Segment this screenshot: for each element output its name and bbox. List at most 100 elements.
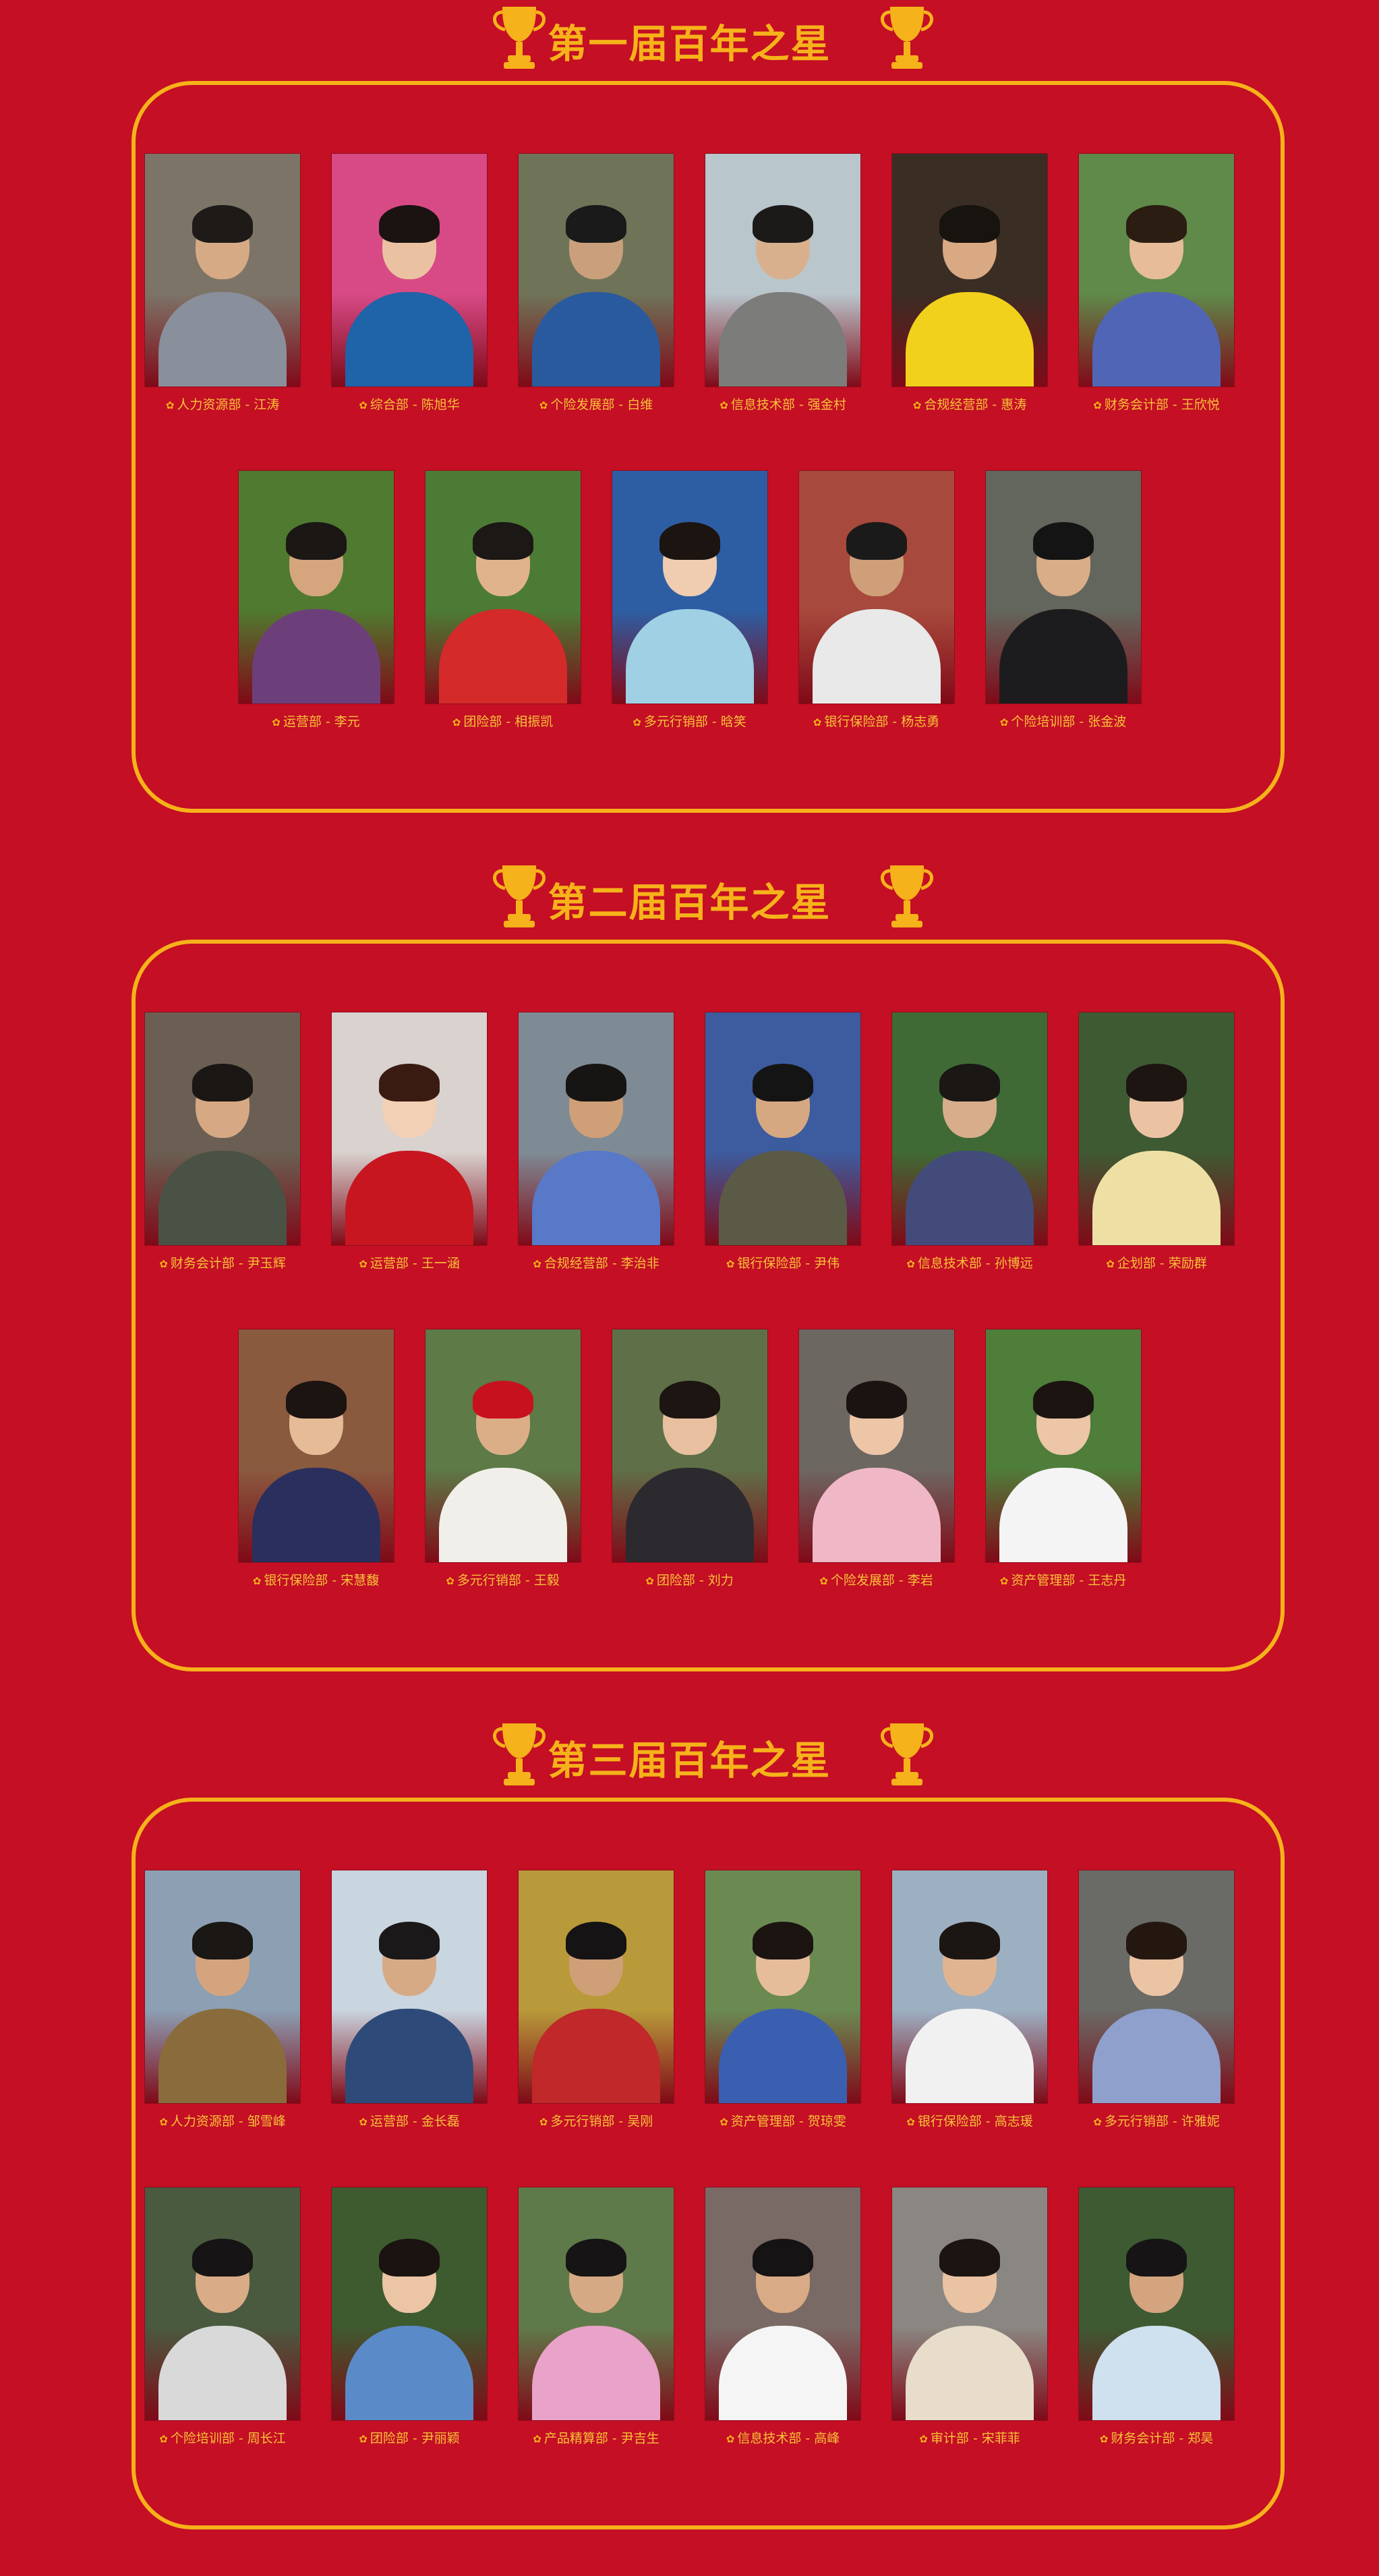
member-card: ✿ 企划部 - 荣励群 bbox=[1079, 1012, 1234, 1276]
member-photo bbox=[238, 1329, 394, 1562]
bullet-icon: ✿ bbox=[359, 399, 368, 411]
member-card: ✿ 审计部 - 宋菲菲 bbox=[892, 2187, 1047, 2451]
member-caption: ✿ 团险部 - 尹丽颖 bbox=[332, 2428, 487, 2446]
member-photo bbox=[332, 154, 487, 387]
bullet-icon: ✿ bbox=[272, 716, 281, 728]
member-label: 信息技术部 - 孙博远 bbox=[917, 1256, 1033, 1271]
member-caption: ✿ 财务会计部 - 郑昊 bbox=[1079, 2428, 1234, 2446]
bullet-icon: ✿ bbox=[159, 2116, 168, 2128]
member-caption: ✿ 银行保险部 - 杨志勇 bbox=[799, 712, 954, 730]
member-card: ✿ 人力资源部 - 邹雪峰 bbox=[145, 1870, 300, 2134]
member-card: ✿ 合规经营部 - 李治非 bbox=[519, 1012, 674, 1276]
member-photo bbox=[145, 1870, 300, 2103]
member-card: ✿ 团险部 - 相振凯 bbox=[425, 471, 581, 734]
member-caption: ✿ 多元行销部 - 晗笑 bbox=[612, 712, 767, 730]
member-photo bbox=[705, 2187, 860, 2420]
section-header: 第三届百年之星 bbox=[0, 1717, 1379, 1798]
member-label: 资产管理部 - 王志丹 bbox=[1011, 1573, 1127, 1588]
member-caption: ✿ 信息技术部 - 孙博远 bbox=[892, 1253, 1047, 1271]
member-card: ✿ 多元行销部 - 晗笑 bbox=[612, 471, 767, 734]
member-card: ✿ 个险培训部 - 周长江 bbox=[145, 2187, 300, 2451]
member-caption: ✿ 资产管理部 - 王志丹 bbox=[986, 1570, 1141, 1588]
member-photo bbox=[1079, 1012, 1234, 1245]
member-photo bbox=[425, 471, 581, 704]
member-photo bbox=[705, 1012, 860, 1245]
member-label: 运营部 - 金长磊 bbox=[370, 2114, 460, 2129]
member-label: 银行保险部 - 尹伟 bbox=[737, 1256, 840, 1271]
member-label: 团险部 - 刘力 bbox=[656, 1573, 734, 1588]
member-caption: ✿ 信息技术部 - 强金村 bbox=[705, 395, 860, 413]
bullet-icon: ✿ bbox=[919, 2433, 928, 2445]
bullet-icon: ✿ bbox=[999, 1575, 1009, 1587]
member-caption: ✿ 银行保险部 - 高志瑗 bbox=[892, 2111, 1047, 2129]
member-caption: ✿ 团险部 - 相振凯 bbox=[426, 712, 581, 730]
member-card: ✿ 多元行销部 - 许雅妮 bbox=[1079, 1870, 1234, 2134]
member-card: ✿ 运营部 - 李元 bbox=[238, 471, 394, 734]
member-caption: ✿ 团险部 - 刘力 bbox=[612, 1570, 767, 1588]
bullet-icon: ✿ bbox=[912, 399, 922, 411]
member-caption: ✿ 人力资源部 - 江涛 bbox=[145, 395, 300, 413]
member-card: ✿ 银行保险部 - 高志瑗 bbox=[892, 1870, 1047, 2134]
bullet-icon: ✿ bbox=[533, 2433, 541, 2445]
bullet-icon: ✿ bbox=[539, 2116, 548, 2128]
member-caption: ✿ 个险培训部 - 周长江 bbox=[145, 2428, 300, 2446]
member-photo bbox=[985, 471, 1141, 704]
member-caption: ✿ 个险发展部 - 白维 bbox=[519, 395, 674, 413]
member-label: 多元行销部 - 晗笑 bbox=[643, 714, 746, 729]
bullet-icon: ✿ bbox=[359, 1258, 368, 1270]
bullet-icon: ✿ bbox=[633, 716, 641, 728]
member-photo bbox=[892, 1870, 1047, 2103]
member-photo bbox=[705, 154, 860, 387]
member-photo bbox=[145, 2187, 300, 2420]
member-row: ✿ 运营部 - 李元 ✿ 团险部 - 相振凯 ✿ 多元行销部 - 晗笑 ✿ 银行保险部 - 杨… bbox=[0, 471, 1379, 734]
member-label: 财务会计部 - 王欣悦 bbox=[1104, 397, 1220, 412]
member-card: ✿ 人力资源部 - 江涛 bbox=[145, 154, 300, 417]
member-caption: ✿ 运营部 - 王一涵 bbox=[332, 1253, 487, 1271]
bullet-icon: ✿ bbox=[159, 2433, 168, 2445]
member-caption: ✿ 多元行销部 - 吴刚 bbox=[519, 2111, 674, 2129]
member-photo bbox=[705, 1870, 860, 2103]
member-caption: ✿ 信息技术部 - 高峰 bbox=[705, 2428, 860, 2446]
member-photo bbox=[798, 471, 954, 704]
member-label: 团险部 - 相振凯 bbox=[463, 714, 554, 729]
bullet-icon: ✿ bbox=[1093, 2116, 1102, 2128]
member-card: ✿ 银行保险部 - 宋慧馥 bbox=[238, 1329, 394, 1593]
member-caption: ✿ 合规经营部 - 李治非 bbox=[519, 1253, 674, 1271]
member-photo bbox=[612, 471, 767, 704]
member-label: 综合部 - 陈旭华 bbox=[370, 397, 460, 412]
member-label: 人力资源部 - 江涛 bbox=[177, 397, 280, 412]
member-photo bbox=[519, 1012, 674, 1245]
member-label: 团险部 - 尹丽颖 bbox=[370, 2431, 460, 2446]
member-label: 信息技术部 - 强金村 bbox=[730, 397, 846, 412]
member-label: 银行保险部 - 高志瑗 bbox=[917, 2114, 1033, 2129]
member-label: 个险培训部 - 张金波 bbox=[1011, 714, 1127, 729]
member-row: ✿ 人力资源部 - 邹雪峰 ✿ 运营部 - 金长磊 ✿ 多元行销部 - 吴刚 ✿ 资产管理部 … bbox=[0, 1870, 1379, 2134]
member-label: 产品精算部 - 尹吉生 bbox=[544, 2431, 659, 2446]
member-label: 企划部 - 荣励群 bbox=[1117, 1256, 1207, 1271]
member-label: 银行保险部 - 宋慧馥 bbox=[264, 1573, 380, 1588]
member-photo bbox=[145, 1012, 300, 1245]
member-photo bbox=[892, 2187, 1047, 2420]
trophy-icon bbox=[881, 7, 933, 69]
member-caption: ✿ 银行保险部 - 尹伟 bbox=[705, 1253, 860, 1271]
member-card: ✿ 产品精算部 - 尹吉生 bbox=[519, 2187, 674, 2451]
member-photo bbox=[519, 2187, 674, 2420]
member-row: ✿ 个险培训部 - 周长江 ✿ 团险部 - 尹丽颖 ✿ 产品精算部 - 尹吉生 ✿ 信息技术部… bbox=[0, 2187, 1379, 2451]
member-card: ✿ 财务会计部 - 王欣悦 bbox=[1079, 154, 1234, 417]
member-card: ✿ 财务会计部 - 尹玉辉 bbox=[145, 1012, 300, 1276]
member-photo bbox=[892, 1012, 1047, 1245]
member-row: ✿ 人力资源部 - 江涛 ✿ 综合部 - 陈旭华 ✿ 个险发展部 - 白维 ✿ 信息技术部 -… bbox=[0, 154, 1379, 417]
member-label: 个险发展部 - 李岩 bbox=[830, 1573, 933, 1588]
bullet-icon: ✿ bbox=[645, 1575, 654, 1587]
bullet-icon: ✿ bbox=[159, 1258, 168, 1270]
member-card: ✿ 综合部 - 陈旭华 bbox=[332, 154, 487, 417]
member-row: ✿ 财务会计部 - 尹玉辉 ✿ 运营部 - 王一涵 ✿ 合规经营部 - 李治非 ✿ 银行保险部… bbox=[0, 1012, 1379, 1276]
member-caption: ✿ 合规经营部 - 惠涛 bbox=[892, 395, 1047, 413]
member-label: 运营部 - 王一涵 bbox=[370, 1256, 460, 1271]
member-photo bbox=[1079, 1870, 1234, 2103]
section-header: 第二届百年之星 bbox=[0, 859, 1379, 940]
member-caption: ✿ 个险培训部 - 张金波 bbox=[986, 712, 1141, 730]
member-card: ✿ 个险培训部 - 张金波 bbox=[985, 471, 1141, 734]
member-photo bbox=[238, 471, 394, 704]
bullet-icon: ✿ bbox=[819, 1575, 828, 1587]
